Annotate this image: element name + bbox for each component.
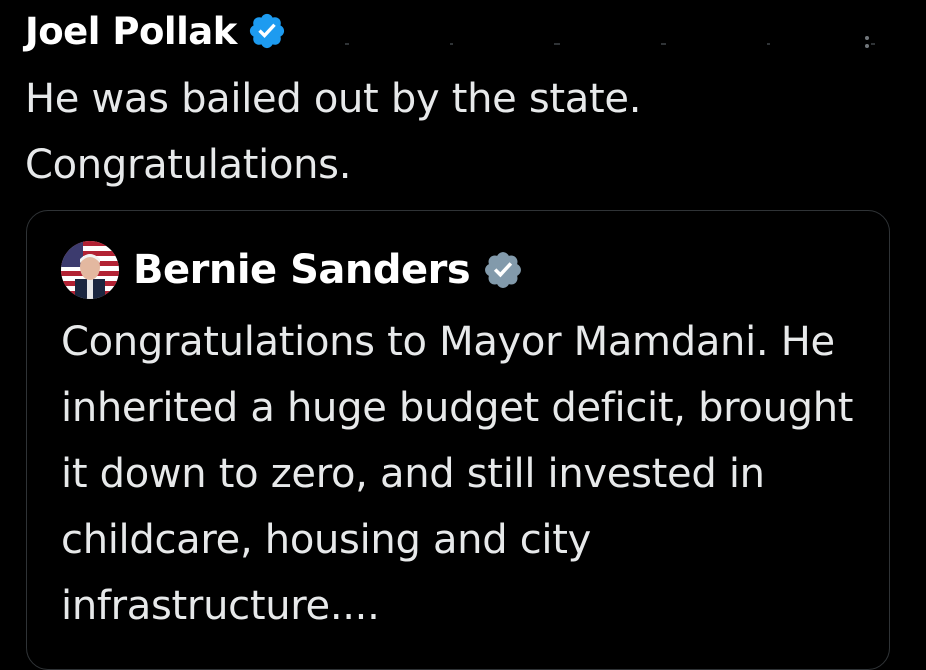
quoted-tweet-card[interactable]: Bernie Sanders Congratulations to Mayor … [26,210,890,670]
quoted-tweet-header: Bernie Sanders [61,239,524,301]
verified-badge-icon [249,13,284,49]
tweet-text: He was bailed out by the state. Congratu… [25,76,642,188]
avatar[interactable] [61,241,119,299]
quoted-tweet-text: Congratulations to Mayor Mamdani. He inh… [61,319,854,629]
handle-row-obscured [345,40,875,48]
author-name[interactable]: Joel Pollak [25,10,237,53]
quoted-author-name[interactable]: Bernie Sanders [133,247,471,293]
tweet-author-row: Joel Pollak [25,4,287,58]
verified-badge-icon [485,252,522,288]
more-options-icon[interactable] [864,30,870,52]
tweet[interactable]: Joel Pollak He was bailed out by the sta… [0,0,926,670]
